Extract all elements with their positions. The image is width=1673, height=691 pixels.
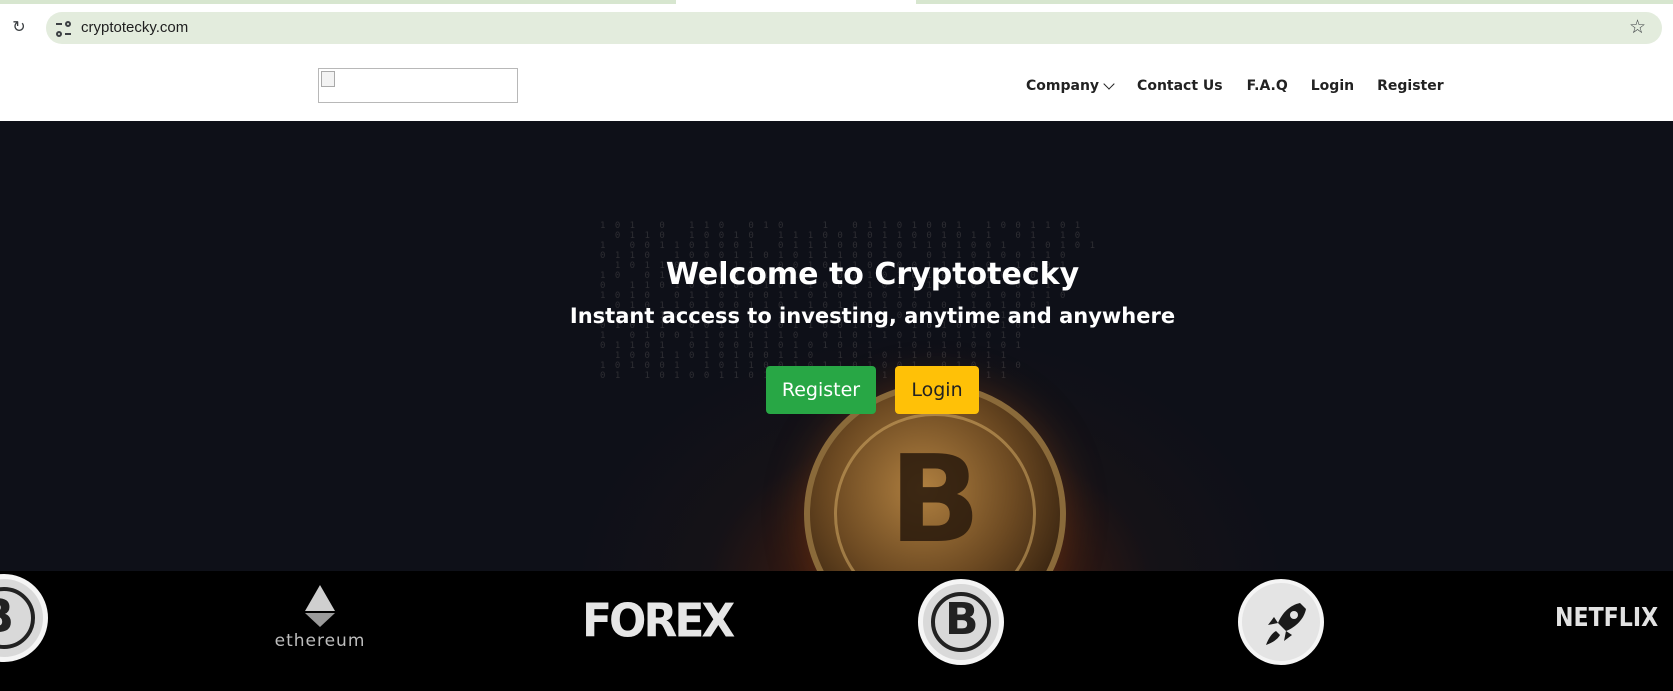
bitcoin-glyph: B	[0, 589, 14, 643]
nav-register[interactable]: Register	[1377, 78, 1444, 94]
nav-company-label: Company	[1026, 78, 1100, 94]
chevron-down-icon	[1103, 77, 1115, 90]
register-button[interactable]: Register	[766, 366, 876, 414]
nav-contact-us[interactable]: Contact Us	[1137, 78, 1223, 94]
ethereum-icon	[305, 585, 335, 627]
site-info-icon[interactable]	[56, 20, 72, 37]
bitcoin-glyph: B	[945, 594, 979, 645]
address-bar[interactable]: cryptotecky.com ☆	[46, 12, 1662, 44]
bitcoin-icon: B	[889, 431, 981, 570]
reload-icon[interactable]: ↻	[10, 18, 28, 36]
url-text[interactable]: cryptotecky.com	[81, 19, 188, 36]
netflix-logo: NETFLIX	[1555, 603, 1659, 633]
hero-title: Welcome to Cryptotecky	[665, 257, 1080, 292]
ethereum-label: ethereum	[274, 631, 366, 651]
rocket-icon	[1238, 579, 1324, 665]
nav-company[interactable]: Company	[1026, 77, 1115, 94]
bitcoin-icon: B	[918, 579, 1004, 665]
hero-subtitle: Instant access to investing, anytime and…	[569, 304, 1176, 328]
ethereum-logo: ethereum	[268, 585, 372, 659]
login-button[interactable]: Login	[895, 366, 979, 414]
partner-logos-strip: B ethereum FOREX B NETFLIX	[0, 571, 1673, 691]
broken-image-icon	[321, 71, 335, 87]
site-logo[interactable]	[318, 68, 518, 103]
nav-faq[interactable]: F.A.Q	[1247, 78, 1288, 94]
hero-section: 1 0 1 0 1 1 0 0 1 0 1 0 1 1 0 1 0 0 1 1 …	[0, 121, 1673, 571]
browser-toolbar: ↻ cryptotecky.com ☆	[0, 4, 1673, 50]
nav-login[interactable]: Login	[1311, 78, 1354, 94]
star-icon[interactable]: ☆	[1629, 17, 1646, 37]
site-header: Company Contact Us F.A.Q Login Register	[0, 50, 1673, 121]
main-nav: Company Contact Us F.A.Q Login Register	[1026, 76, 1444, 96]
forex-logo: FOREX	[582, 594, 735, 649]
bitcoin-icon: B	[0, 574, 48, 662]
browser-chrome: ↻ cryptotecky.com ☆	[0, 0, 1673, 50]
